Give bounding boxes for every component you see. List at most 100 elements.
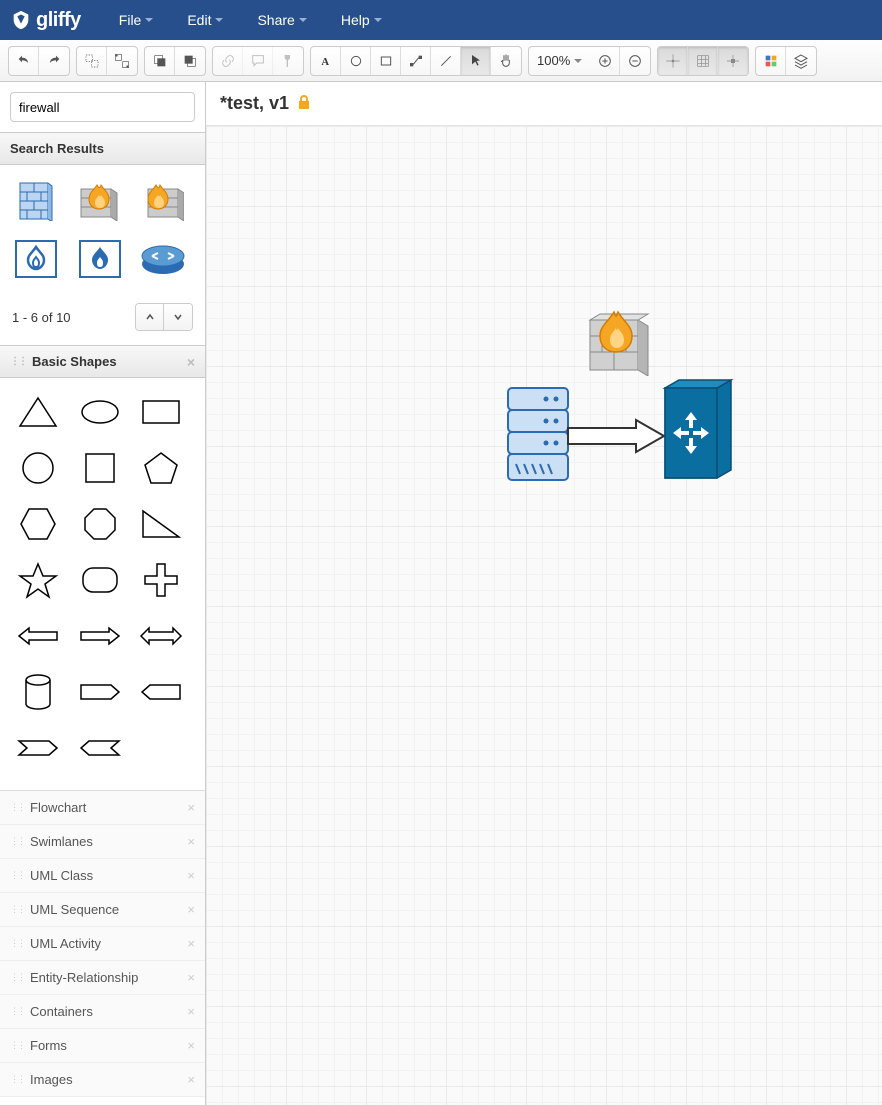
- shape-tag-left[interactable]: [135, 666, 187, 718]
- shape-cylinder[interactable]: [12, 666, 64, 718]
- shape-ellipse[interactable]: [74, 386, 126, 438]
- drag-handle-icon: ⋮⋮: [10, 938, 24, 949]
- category-swimlanes[interactable]: ⋮⋮Swimlanes×: [0, 825, 205, 859]
- menu-help-label: Help: [341, 12, 370, 28]
- close-icon[interactable]: ×: [187, 868, 195, 883]
- themes-button[interactable]: [756, 47, 786, 75]
- result-firewall-5[interactable]: [76, 235, 124, 283]
- shape-chevron-left[interactable]: [74, 722, 126, 774]
- category-uml-sequence[interactable]: ⋮⋮UML Sequence×: [0, 893, 205, 927]
- connector-tool-button[interactable]: [401, 47, 431, 75]
- lock-icon: [297, 94, 311, 113]
- pan-tool-button[interactable]: [491, 47, 521, 75]
- shape-rectangle[interactable]: [135, 386, 187, 438]
- result-firewall-3[interactable]: [139, 177, 187, 225]
- redo-button[interactable]: [39, 47, 69, 75]
- snap-grid-button[interactable]: [718, 47, 748, 75]
- canvas-area: *test, v1: [206, 82, 882, 1105]
- close-icon[interactable]: ×: [187, 1004, 195, 1019]
- shape-rounded-rect[interactable]: [74, 554, 126, 606]
- pointer-tool-button[interactable]: [461, 47, 491, 75]
- format-painter-button[interactable]: [273, 47, 303, 75]
- shape-right-triangle[interactable]: [135, 498, 187, 550]
- close-icon[interactable]: ×: [187, 354, 195, 370]
- category-uml-activity[interactable]: ⋮⋮UML Activity×: [0, 927, 205, 961]
- menu-share[interactable]: Share: [249, 12, 314, 28]
- zoom-out-button[interactable]: [620, 47, 650, 75]
- shape-star[interactable]: [12, 554, 64, 606]
- caret-icon: [574, 59, 582, 63]
- result-firewall-6[interactable]: [139, 235, 187, 283]
- category-label: Images: [30, 1072, 73, 1087]
- bring-front-button[interactable]: [145, 47, 175, 75]
- close-icon[interactable]: ×: [187, 800, 195, 815]
- canvas-object-server[interactable]: [506, 386, 570, 485]
- comment-button[interactable]: [243, 47, 273, 75]
- zoom-select[interactable]: 100%: [529, 47, 590, 75]
- drag-handle-icon: ⋮⋮: [10, 802, 24, 813]
- basic-shapes-header[interactable]: ⋮⋮ Basic Shapes ×: [0, 345, 205, 378]
- zoom-in-button[interactable]: [590, 47, 620, 75]
- menu-help[interactable]: Help: [333, 12, 390, 28]
- category-images[interactable]: ⋮⋮Images×: [0, 1063, 205, 1097]
- group-button[interactable]: [77, 47, 107, 75]
- snap-guides-button[interactable]: [658, 47, 688, 75]
- menu-file-label: File: [119, 12, 142, 28]
- shape-tag-right[interactable]: [74, 666, 126, 718]
- category-label: UML Sequence: [30, 902, 119, 917]
- text-tool-button[interactable]: A: [311, 47, 341, 75]
- search-input[interactable]: [10, 92, 195, 122]
- drag-handle-icon: ⋮⋮: [10, 972, 24, 983]
- shape-octagon[interactable]: [74, 498, 126, 550]
- link-button[interactable]: [213, 47, 243, 75]
- result-firewall-1[interactable]: [12, 177, 60, 225]
- close-icon[interactable]: ×: [187, 902, 195, 917]
- result-firewall-2[interactable]: [76, 177, 124, 225]
- close-icon[interactable]: ×: [187, 936, 195, 951]
- close-icon[interactable]: ×: [187, 970, 195, 985]
- logo-text: gliffy: [36, 9, 81, 32]
- logo[interactable]: gliffy: [10, 9, 81, 32]
- close-icon[interactable]: ×: [187, 1072, 195, 1087]
- shape-pentagon[interactable]: [135, 442, 187, 494]
- layers-button[interactable]: [786, 47, 816, 75]
- canvas-object-arrow[interactable]: [566, 416, 666, 459]
- pager-prev-button[interactable]: [136, 304, 164, 330]
- canvas-object-router[interactable]: [661, 374, 735, 487]
- menu-file[interactable]: File: [111, 12, 162, 28]
- shape-triangle[interactable]: [12, 386, 64, 438]
- category-forms[interactable]: ⋮⋮Forms×: [0, 1029, 205, 1063]
- ungroup-button[interactable]: [107, 47, 137, 75]
- shape-chevron-right[interactable]: [12, 722, 64, 774]
- shape-arrow-both[interactable]: [135, 610, 187, 662]
- circle-tool-button[interactable]: [341, 47, 371, 75]
- shape-square[interactable]: [74, 442, 126, 494]
- close-icon[interactable]: ×: [187, 1038, 195, 1053]
- shape-arrow-left[interactable]: [12, 610, 64, 662]
- category-flowchart[interactable]: ⋮⋮Flowchart×: [0, 791, 205, 825]
- pager-next-button[interactable]: [164, 304, 192, 330]
- category-containers[interactable]: ⋮⋮Containers×: [0, 995, 205, 1029]
- shape-arrow-right[interactable]: [74, 610, 126, 662]
- results-pager: 1 - 6 of 10: [0, 295, 205, 345]
- caret-icon: [299, 18, 307, 22]
- shape-plus[interactable]: [135, 554, 187, 606]
- shape-circle[interactable]: [12, 442, 64, 494]
- category-entity-relationship[interactable]: ⋮⋮ Entity-Relationship ×: [0, 961, 205, 995]
- line-tool-button[interactable]: [431, 47, 461, 75]
- undo-button[interactable]: [9, 47, 39, 75]
- grid-button[interactable]: [688, 47, 718, 75]
- shape-hexagon[interactable]: [12, 498, 64, 550]
- menu-edit[interactable]: Edit: [179, 12, 231, 28]
- close-icon[interactable]: ×: [187, 834, 195, 849]
- category-label: UML Class: [30, 868, 93, 883]
- send-back-button[interactable]: [175, 47, 205, 75]
- result-firewall-4[interactable]: [12, 235, 60, 283]
- canvas[interactable]: [206, 126, 882, 1105]
- canvas-object-firewall[interactable]: [584, 306, 652, 379]
- rect-tool-button[interactable]: [371, 47, 401, 75]
- shapes-grid: [0, 378, 205, 790]
- category-uml-class[interactable]: ⋮⋮UML Class×: [0, 859, 205, 893]
- toolbar: A 100%: [0, 40, 882, 82]
- category-label: Entity-Relationship: [30, 970, 138, 985]
